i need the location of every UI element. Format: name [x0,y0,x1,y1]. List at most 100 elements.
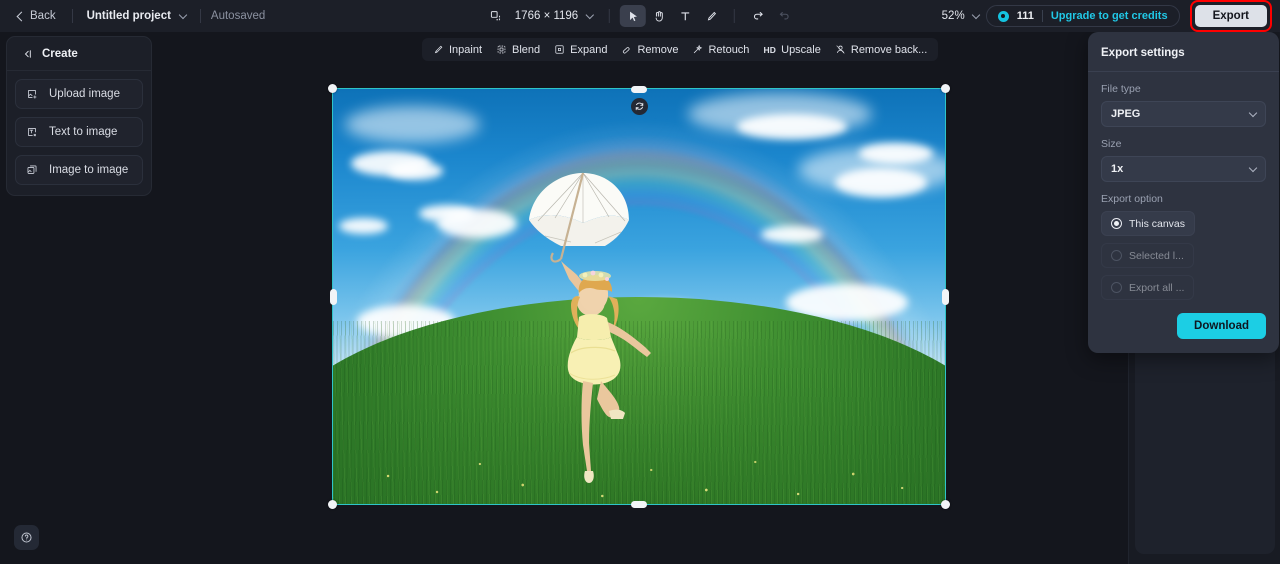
zoom-level-label: 52% [941,10,965,22]
woman-with-umbrella [529,172,651,483]
canvas-dimensions-label: 1766 × 1196 [514,10,579,22]
toolbar-label: Upscale [781,43,821,56]
download-button[interactable]: Download [1177,313,1266,339]
back-button[interactable]: Back [10,7,62,25]
export-option-label-text: Selected l... [1129,249,1184,262]
export-panel-body: File type JPEG Size 1x Export option Thi… [1088,72,1279,353]
chevron-left-icon [16,11,27,21]
export-option-label-text: Export all ... [1129,281,1185,294]
radio-icon [1111,218,1122,229]
chevron-down-icon [178,10,188,19]
size-select[interactable]: 1x [1101,156,1266,182]
toolbar-item-remove[interactable]: Remove [614,40,685,60]
credits-count: 111 [1016,10,1034,22]
export-option-export-all[interactable]: Export all ... [1101,275,1195,300]
export-option-group: This canvas Selected l... Export all ... [1101,211,1266,300]
text-to-image-icon [26,126,38,138]
toolbar-item-inpaint[interactable]: Inpaint [426,40,489,60]
project-name-dropdown[interactable]: Untitled project [83,7,190,25]
project-name-label: Untitled project [86,10,171,22]
sidebar-item-text-to-image[interactable]: Text to image [15,117,143,147]
resize-handle-right[interactable] [941,288,949,305]
autosaved-status: Autosaved [210,10,266,22]
export-settings-panel: Export settings File type JPEG Size 1x E… [1088,32,1279,353]
toolbar-label: Inpaint [449,43,483,56]
radio-icon [1111,282,1122,293]
export-panel-header: Export settings [1088,32,1279,72]
export-panel-title: Export settings [1101,47,1185,59]
toolbar-label: Remove back... [850,43,928,56]
zoom-level-dropdown[interactable]: 52% [935,7,986,25]
resize-handle-left[interactable] [329,288,337,305]
credit-coin-icon [997,10,1009,22]
resize-handle-top-left[interactable] [328,84,337,93]
sidebar-item-label: Upload image [49,88,120,100]
toolbar-label: Expand [570,43,608,56]
toolbar-item-expand[interactable]: Expand [547,40,614,60]
collapse-panel-icon[interactable] [21,48,33,60]
hd-badge-icon: HD [763,44,777,55]
chevron-down-icon [1248,108,1258,117]
toolbar-item-retouch[interactable]: Retouch [685,40,756,60]
divider [734,9,736,23]
export-option-label-text: This canvas [1129,217,1186,230]
image-editor-app: Back Untitled project Autosaved 1766 × 1… [0,0,1280,564]
top-bar-center: 1766 × 1196 [483,0,797,32]
divider [199,9,201,23]
resize-handle-bottom-right[interactable] [941,500,950,509]
export-panel-footer: Download [1101,313,1266,339]
sidebar-item-image-to-image[interactable]: Image to image [15,155,143,185]
toolbar-item-remove-background[interactable]: Remove back... [828,40,934,60]
text-tool[interactable] [672,5,698,27]
export-option-selected-layers[interactable]: Selected l... [1101,243,1194,268]
select-tool[interactable] [620,5,647,27]
back-button-label: Back [30,10,56,22]
sidebar-item-label: Text to image [49,126,118,138]
hand-tool[interactable] [646,5,672,27]
create-panel: Create Upload image Text to image Image … [6,36,152,196]
resize-handle-bottom-left[interactable] [328,500,337,509]
toolbar-label: Blend [512,43,541,56]
redo-tool[interactable] [771,5,797,27]
undo-tool[interactable] [745,5,771,27]
chevron-down-icon [585,10,595,19]
toolbar-item-upscale[interactable]: HD Upscale [756,40,827,60]
create-panel-title: Create [42,48,78,60]
radio-icon [1111,250,1122,261]
chevron-down-icon [1248,163,1258,172]
help-button[interactable] [14,525,39,550]
top-bar: Back Untitled project Autosaved 1766 × 1… [0,0,1280,32]
canvas-image-selection[interactable] [328,84,950,509]
rotate-handle[interactable] [631,98,648,115]
create-panel-body: Upload image Text to image Image to imag… [7,71,151,195]
file-type-label: File type [1101,83,1141,95]
toolbar-label: Remove [637,43,679,56]
toolbar-label: Retouch [708,43,750,56]
size-value: 1x [1111,163,1124,175]
resize-handle-bottom[interactable] [631,500,647,508]
file-type-select[interactable]: JPEG [1101,101,1266,127]
resize-handle-top-right[interactable] [941,84,950,93]
toolbar-item-blend[interactable]: Blend [489,40,547,60]
image-to-image-icon [26,164,38,176]
canvas-toolbar: Inpaint Blend Expand Remove Retouch HD U… [422,38,939,61]
export-button-highlight: Export [1189,0,1272,32]
upload-image-icon [26,88,38,100]
divider [1041,10,1043,22]
chevron-down-icon [971,10,980,19]
sidebar-item-upload-image[interactable]: Upload image [15,79,143,109]
brush-tool[interactable] [698,5,724,27]
upgrade-link[interactable]: Upgrade to get credits [1051,10,1168,22]
size-label: Size [1101,138,1122,150]
export-button[interactable]: Export [1194,5,1267,27]
file-type-value: JPEG [1111,108,1141,120]
credits-chip[interactable]: 111 Upgrade to get credits [985,5,1180,27]
canvas-dimensions-dropdown[interactable]: 1766 × 1196 [509,7,599,25]
canvas-size-icon[interactable] [483,5,509,27]
canvas-image[interactable] [333,89,945,504]
export-option-this-canvas[interactable]: This canvas [1101,211,1196,236]
top-bar-left: Back Untitled project Autosaved [0,0,265,32]
divider [71,9,73,23]
sidebar-item-label: Image to image [49,164,129,176]
resize-handle-top[interactable] [631,85,647,93]
